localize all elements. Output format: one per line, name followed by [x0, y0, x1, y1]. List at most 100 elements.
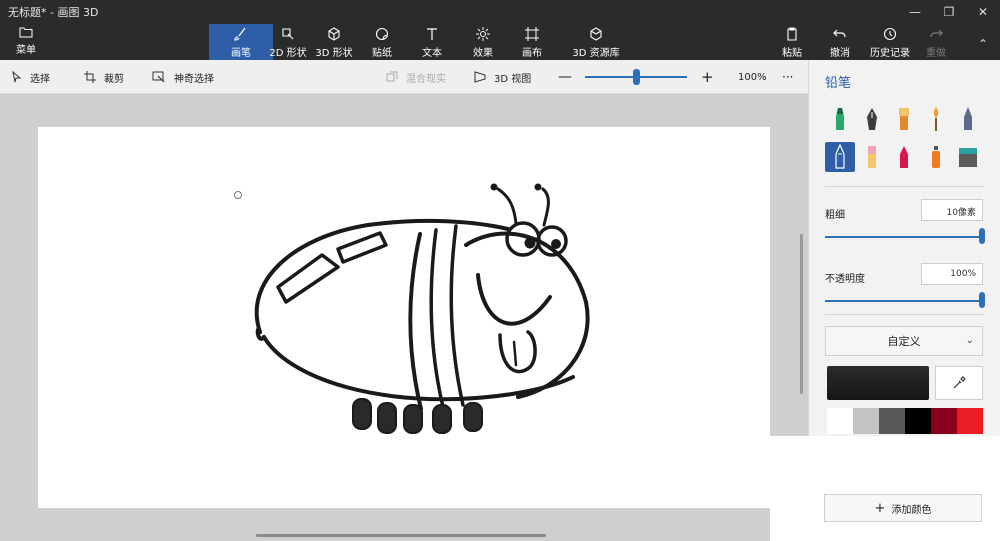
eraser-brush[interactable]: [857, 142, 887, 172]
tool-label: 重做: [926, 48, 946, 59]
folder-icon: [19, 27, 33, 38]
thickness-slider[interactable]: [825, 236, 981, 238]
eyedropper-button[interactable]: [935, 366, 983, 400]
view-3d-button[interactable]: 3D 视图: [474, 60, 531, 94]
tool-label: 画布: [522, 48, 542, 59]
oil-brush[interactable]: [889, 104, 919, 134]
beetle-drawing: [234, 183, 590, 434]
mixed-reality-button[interactable]: 混合现实: [386, 60, 446, 94]
pixel-pen-brush[interactable]: [953, 104, 983, 134]
crayon-icon: [900, 146, 908, 168]
tool-label: 历史记录: [870, 48, 910, 59]
opacity-slider-thumb[interactable]: [979, 292, 985, 308]
oil-brush-icon: [899, 108, 909, 130]
spray-can-brush[interactable]: [921, 142, 951, 172]
tool-label: 画笔: [231, 48, 251, 59]
fill-bucket-icon: [959, 148, 977, 167]
palette-swatch-white[interactable]: [827, 408, 853, 434]
menu-label: 菜单: [16, 45, 36, 56]
minimize-icon[interactable]: —: [898, 0, 932, 24]
brush-cursor-icon: [234, 191, 242, 199]
fill-bucket-brush[interactable]: [953, 142, 983, 172]
magic-select-label: 神奇选择: [174, 73, 214, 85]
sub-toolbar: 选择 裁剪 神奇选择 混合现实 3D 视图 — + 100% ···: [0, 60, 808, 94]
tool-3d-library[interactable]: 3D 资源库: [560, 24, 632, 60]
redo-button[interactable]: 重做: [908, 24, 964, 60]
magic-select-icon: [152, 71, 165, 83]
dropdown-value: 自定义: [887, 335, 921, 348]
pencil-brush[interactable]: [825, 142, 855, 172]
panel-divider: [825, 314, 985, 315]
calligraphy-pen-icon: [867, 108, 877, 130]
magic-select-button[interactable]: 神奇选择: [152, 60, 214, 94]
thickness-slider-thumb[interactable]: [979, 228, 985, 244]
mixed-reality-icon: [386, 71, 398, 82]
eyedropper-icon: [953, 376, 966, 389]
more-options-button[interactable]: ···: [782, 60, 793, 94]
opacity-label: 不透明度: [825, 274, 865, 285]
palette-swatch-dark-red[interactable]: [931, 408, 957, 434]
tool-label: 文本: [422, 48, 442, 59]
overlay-patch: [770, 436, 1000, 541]
palette-swatch-black[interactable]: [905, 408, 931, 434]
horizontal-scrollbar[interactable]: [256, 534, 546, 537]
current-color-swatch[interactable]: [827, 366, 929, 400]
marker-icon: [836, 108, 844, 130]
drawing-canvas[interactable]: [38, 127, 770, 508]
select-label: 选择: [30, 73, 50, 85]
crop-icon: [84, 71, 96, 83]
crayon-brush[interactable]: [889, 142, 919, 172]
tool-label: 3D 形状: [315, 48, 353, 59]
chevron-down-icon: ⌄: [965, 335, 974, 346]
panel-title: 铅笔: [825, 76, 852, 91]
palette-swatch-dark-gray[interactable]: [879, 408, 905, 434]
panel-divider: [825, 186, 985, 187]
thickness-field[interactable]: 10像素: [921, 199, 983, 221]
spray-can-icon: [932, 146, 940, 168]
tool-label: 贴纸: [372, 48, 392, 59]
palette-swatch-red[interactable]: [957, 408, 983, 434]
zoom-slider-thumb[interactable]: [633, 69, 640, 85]
add-color-button[interactable]: + 添加颜色: [824, 494, 982, 522]
canvas-icon: [500, 26, 564, 44]
thickness-label: 粗细: [825, 210, 845, 221]
zoom-out-icon[interactable]: —: [558, 60, 572, 94]
title-toolbar: 无标题* - 画图 3D — ❐ ✕ 菜单 画笔 2D 形状 3D 形状 贴纸 …: [0, 0, 1000, 60]
crop-label: 裁剪: [104, 73, 124, 85]
palette-swatch-light-gray[interactable]: [853, 408, 879, 434]
library-3d-icon: [560, 26, 632, 44]
cursor-icon: [12, 71, 22, 83]
crop-button[interactable]: 裁剪: [84, 60, 124, 94]
calligraphy-pen-brush[interactable]: [857, 104, 887, 134]
zoom-value: 100%: [738, 71, 767, 83]
view-3d-icon: [474, 71, 486, 83]
watercolor-icon: [933, 107, 939, 131]
tool-label: 效果: [473, 48, 493, 59]
color-mode-dropdown[interactable]: 自定义 ⌄: [825, 326, 983, 356]
close-icon[interactable]: ✕: [966, 0, 1000, 24]
zoom-in-icon[interactable]: +: [701, 60, 714, 94]
marker-brush[interactable]: [825, 104, 855, 134]
pixel-pen-icon: [964, 107, 972, 130]
redo-icon: [908, 26, 964, 44]
tool-canvas[interactable]: 画布: [500, 24, 564, 60]
select-button[interactable]: 选择: [12, 60, 50, 94]
restore-icon[interactable]: ❐: [932, 0, 966, 24]
opacity-field[interactable]: 100%: [921, 263, 983, 285]
vertical-scrollbar[interactable]: [800, 234, 803, 394]
watercolor-brush[interactable]: [921, 104, 951, 134]
view-3d-label: 3D 视图: [494, 73, 532, 85]
opacity-slider[interactable]: [825, 300, 981, 302]
mixed-reality-label: 混合现实: [406, 73, 446, 85]
plus-icon: +: [874, 500, 886, 516]
canvas-workspace: [0, 94, 808, 541]
add-color-label: 添加颜色: [891, 504, 932, 516]
pencil-icon: [835, 144, 845, 169]
tool-label: 粘贴: [782, 48, 802, 59]
tool-label: 3D 资源库: [572, 48, 620, 59]
tool-label: 撤消: [830, 48, 850, 59]
window-title: 无标题* - 画图 3D: [8, 6, 99, 19]
eraser-icon: [868, 146, 876, 168]
collapse-chevron-icon[interactable]: ⌃: [966, 32, 1000, 56]
menu-button[interactable]: 菜单: [8, 26, 44, 56]
